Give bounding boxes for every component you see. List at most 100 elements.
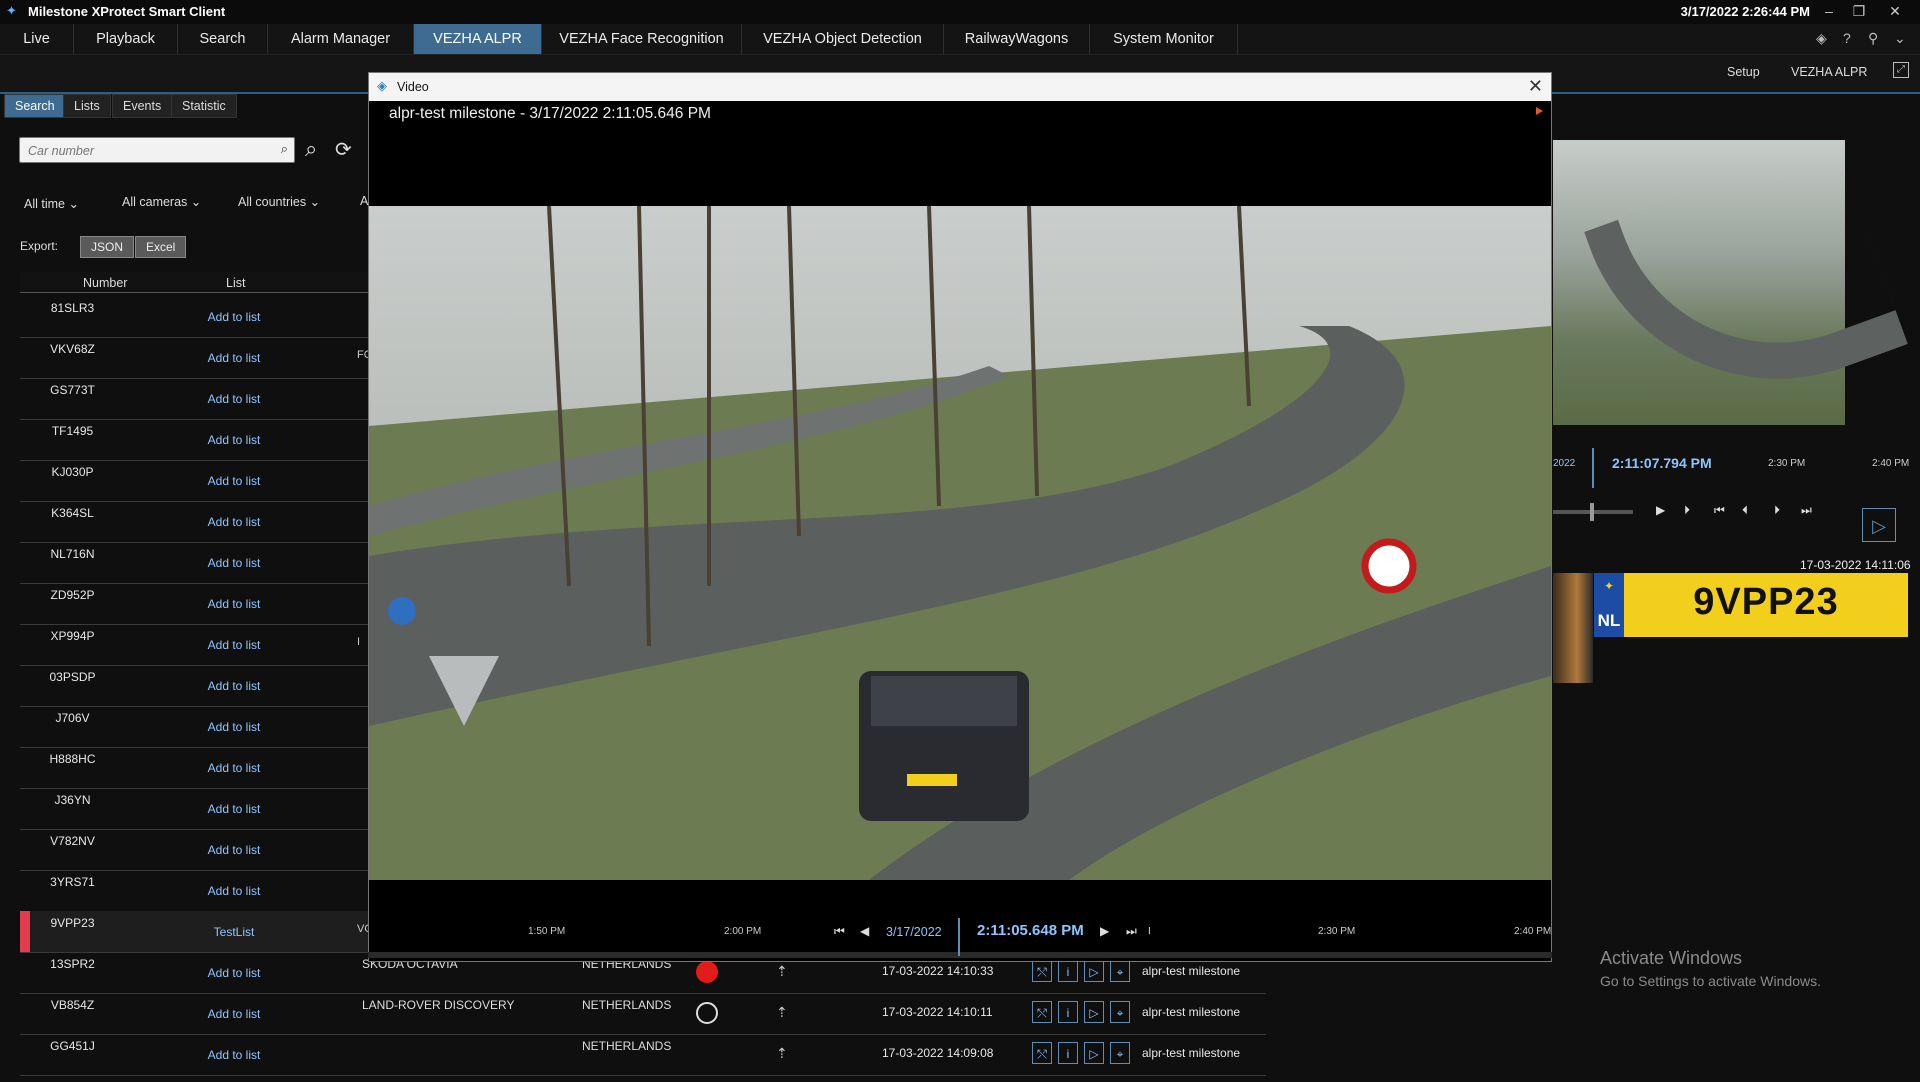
refresh-icon[interactable]: ⟳ bbox=[335, 137, 352, 162]
add-to-list-link[interactable]: Add to list bbox=[184, 638, 284, 652]
table-row[interactable]: ZD952P Add to list bbox=[20, 583, 370, 625]
table-row[interactable]: KJ030P Add to list bbox=[20, 460, 370, 502]
time-filter[interactable]: All time ⌄ bbox=[24, 196, 79, 211]
add-to-list-link[interactable]: Add to list bbox=[184, 884, 284, 898]
next-frame-icon[interactable]: ⏵ bbox=[1774, 503, 1780, 518]
dialog-header[interactable]: ◈ Video ✕ bbox=[369, 73, 1551, 101]
search-icon[interactable]: ⌕ bbox=[305, 136, 317, 162]
timeline-cursor[interactable] bbox=[958, 918, 960, 956]
menu-search[interactable]: Search bbox=[178, 24, 268, 54]
preview-timeline[interactable] bbox=[1553, 448, 1919, 488]
table-row[interactable]: V782NV Add to list bbox=[20, 829, 370, 871]
column-number[interactable]: Number bbox=[83, 276, 127, 290]
location-icon[interactable]: ⌖ bbox=[1110, 1042, 1130, 1064]
add-to-list-link[interactable]: Add to list bbox=[184, 1007, 284, 1021]
play-icon[interactable]: ▶ bbox=[1100, 924, 1109, 938]
add-to-list-link[interactable]: Add to list bbox=[184, 310, 284, 324]
skip-end-icon[interactable]: ⏭ bbox=[1801, 503, 1812, 518]
tab-events[interactable]: Events bbox=[112, 94, 173, 118]
skip-end-icon[interactable]: ⏭ bbox=[1126, 924, 1137, 939]
table-row[interactable]: NL716N Add to list bbox=[20, 542, 370, 584]
menu-vezha-object-detection[interactable]: VEZHA Object Detection bbox=[742, 24, 944, 54]
table-row[interactable]: VB854Z Add to list LAND-ROVER DISCOVERY NET… bbox=[20, 993, 1266, 1035]
open-video-icon[interactable]: ▷ bbox=[1862, 508, 1896, 542]
menu-vezha-face-recognition[interactable]: VEZHA Face Recognition bbox=[542, 24, 742, 54]
add-to-list-link[interactable]: Add to list bbox=[184, 679, 284, 693]
add-to-list-link[interactable]: Add to list bbox=[184, 720, 284, 734]
table-row[interactable]: J36YN Add to list bbox=[20, 788, 370, 830]
table-row[interactable]: J706V Add to list bbox=[20, 706, 370, 748]
info-icon[interactable]: i bbox=[1058, 1042, 1078, 1064]
table-row[interactable]: TF1495 Add to list bbox=[20, 419, 370, 461]
add-to-list-link[interactable]: Add to list bbox=[184, 761, 284, 775]
export-json-button[interactable]: JSON bbox=[80, 236, 135, 258]
restore-icon[interactable]: ❐ bbox=[1844, 0, 1874, 22]
menu-playback[interactable]: Playback bbox=[74, 24, 178, 54]
table-row[interactable]: GG451J Add to list NETHERLANDS ⇡ 17-03-2022 … bbox=[20, 1034, 1266, 1076]
table-row[interactable]: H888HC Add to list bbox=[20, 747, 370, 789]
setup-link[interactable]: Setup bbox=[1727, 65, 1760, 79]
menu-live[interactable]: Live bbox=[0, 24, 74, 54]
table-row[interactable]: VKV68Z Add to list FC bbox=[20, 337, 372, 379]
table-row[interactable]: XP994P Add to list I bbox=[20, 624, 370, 666]
video-frame[interactable] bbox=[369, 206, 1551, 880]
tab-search[interactable]: Search bbox=[4, 94, 66, 118]
car-number-input[interactable] bbox=[20, 138, 270, 164]
export-excel-button[interactable]: Excel bbox=[135, 236, 187, 258]
speed-slider-handle[interactable] bbox=[1590, 503, 1594, 521]
search-icon[interactable]: ⌕ bbox=[281, 141, 288, 157]
info-icon[interactable]: i bbox=[1058, 960, 1078, 982]
previous-frame-icon[interactable]: ⏴ bbox=[1742, 503, 1748, 518]
add-to-list-link[interactable]: Add to list bbox=[184, 392, 284, 406]
menu-vezha-alpr[interactable]: VEZHA ALPR bbox=[414, 24, 542, 54]
close-icon[interactable]: ✕ bbox=[1528, 76, 1543, 97]
location-icon[interactable]: ⌖ bbox=[1110, 960, 1130, 982]
track-icon[interactable]: ⤲ bbox=[1032, 1042, 1052, 1064]
add-to-list-link[interactable]: Add to list bbox=[184, 474, 284, 488]
menu-alarm-manager[interactable]: Alarm Manager bbox=[268, 24, 414, 54]
play-video-icon[interactable]: ▷ bbox=[1084, 1001, 1104, 1023]
add-to-list-link[interactable]: Add to list bbox=[184, 515, 284, 529]
camera-icon[interactable]: ◈ bbox=[1816, 30, 1827, 47]
countries-filter[interactable]: All countries ⌄ bbox=[238, 194, 320, 209]
add-to-list-link[interactable]: Add to list bbox=[184, 966, 284, 980]
camera-snapshot[interactable] bbox=[1553, 140, 1908, 435]
add-to-list-link[interactable]: Add to list bbox=[184, 843, 284, 857]
play-video-icon[interactable]: ▷ bbox=[1084, 960, 1104, 982]
minimize-icon[interactable]: – bbox=[1814, 0, 1844, 22]
pin-icon[interactable]: ⚲ bbox=[1868, 30, 1878, 47]
add-to-list-link[interactable]: Add to list bbox=[184, 597, 284, 611]
column-list[interactable]: List bbox=[226, 276, 245, 290]
location-icon[interactable]: ⌖ bbox=[1110, 1001, 1130, 1023]
skip-start-icon[interactable]: ⏮ bbox=[1714, 503, 1725, 518]
track-icon[interactable]: ⤲ bbox=[1032, 960, 1052, 982]
add-to-list-link[interactable]: Add to list bbox=[184, 351, 284, 365]
step-forward-icon[interactable]: ⏵ bbox=[1684, 503, 1690, 518]
close-window-icon[interactable]: ✕ bbox=[1880, 0, 1910, 22]
cameras-filter[interactable]: All cameras ⌄ bbox=[122, 194, 201, 209]
chevron-down-icon[interactable]: ⌄ bbox=[1894, 30, 1906, 47]
info-icon[interactable]: i bbox=[1058, 1001, 1078, 1023]
tab-lists[interactable]: Lists bbox=[63, 94, 111, 118]
play-video-icon[interactable]: ▷ bbox=[1084, 1042, 1104, 1064]
table-row[interactable]: K364SL Add to list bbox=[20, 501, 370, 543]
timeline-cursor[interactable] bbox=[1592, 448, 1594, 488]
fullscreen-icon[interactable]: ⤢ bbox=[1893, 62, 1909, 78]
menu-system-monitor[interactable]: System Monitor bbox=[1090, 24, 1238, 54]
play-icon[interactable]: ▶ bbox=[1656, 503, 1665, 517]
tab-statistic[interactable]: Statistic bbox=[171, 94, 237, 118]
menu-railwaywagons[interactable]: RailwayWagons bbox=[944, 24, 1090, 54]
add-to-list-link[interactable]: TestList bbox=[184, 925, 284, 939]
help-icon[interactable]: ? bbox=[1843, 30, 1851, 46]
add-to-list-link[interactable]: Add to list bbox=[184, 1048, 284, 1062]
previous-icon[interactable]: ◀ bbox=[860, 924, 869, 938]
add-to-list-link[interactable]: Add to list bbox=[184, 556, 284, 570]
table-row[interactable]: 3YRS71 Add to list bbox=[20, 870, 370, 912]
table-row[interactable]: 81SLR3 Add to list bbox=[20, 296, 370, 338]
table-row[interactable]: 03PSDP Add to list bbox=[20, 665, 370, 707]
add-to-list-link[interactable]: Add to list bbox=[184, 433, 284, 447]
skip-start-icon[interactable]: ⏮ bbox=[834, 924, 845, 939]
table-row[interactable]: GS773T Add to list bbox=[20, 378, 370, 420]
add-to-list-link[interactable]: Add to list bbox=[184, 802, 284, 816]
timeline-track[interactable] bbox=[368, 952, 1552, 958]
